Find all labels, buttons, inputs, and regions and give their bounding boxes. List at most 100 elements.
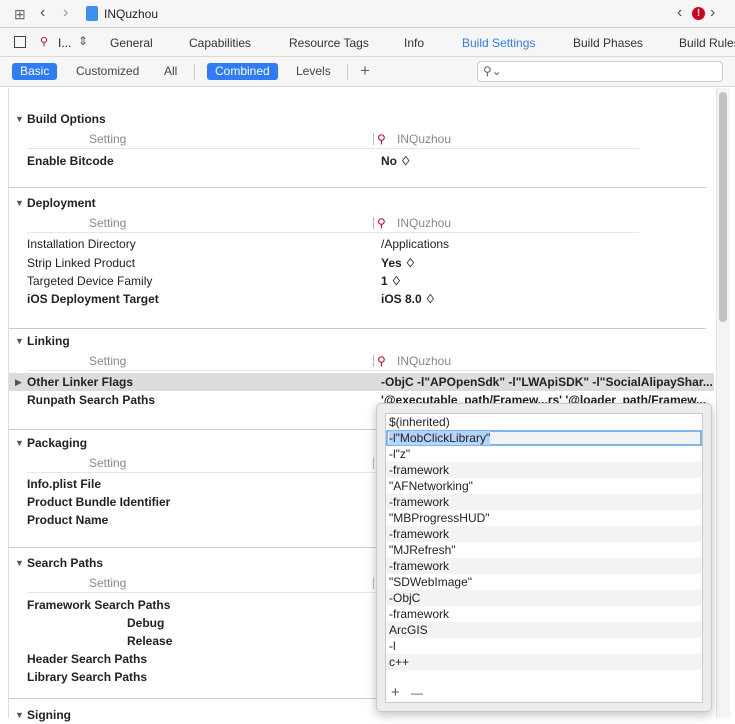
setting-row[interactable]: iOS Deployment Target iOS 8.0 ♢ [9,290,714,308]
target-pin-icon: ⚲ [40,36,49,48]
grid-icon[interactable]: ⊞ [14,6,26,23]
setting-value[interactable]: /Applications [381,235,449,253]
section-title: Deployment [27,196,96,210]
tab-build-settings[interactable]: Build Settings [462,36,535,50]
editor-tab-bar: ⚲ I... ⇕ General Capabilities Resource T… [0,28,735,57]
disclosure-open-icon[interactable]: ▼ [15,110,24,128]
back-icon[interactable]: ‹ [40,4,45,22]
scrollbar-thumb[interactable] [719,92,727,322]
flag-text: "SDWebImage" [389,575,472,589]
project-file-icon [86,6,98,21]
column-header-row: Setting ⚲ INQuzhou [9,352,714,370]
chevron-updown-icon[interactable]: ⇕ [78,34,88,48]
setting-column-label: Setting [89,576,127,590]
section-title: Signing [27,708,71,722]
flag-text: -framework [389,463,450,477]
next-issue-icon[interactable]: › [710,4,715,22]
section-divider [9,328,706,329]
flag-text: "AFNetworking" [389,479,473,493]
setting-row[interactable]: ▶ Other Linker Flags -ObjC -l"APOpenSdk" -… [9,373,714,391]
levels-button[interactable]: Levels [288,63,339,80]
forward-icon[interactable]: › [63,4,68,22]
prev-issue-icon[interactable]: ‹ [677,4,682,22]
flag-item[interactable]: -framework [386,558,702,574]
flag-text: -l [389,639,396,653]
flag-item[interactable]: -l"MobClickLibrary" [386,430,702,446]
column-divider [373,457,374,469]
target-icon: ⚲ [377,132,386,146]
row-divider [27,232,639,233]
tab-build-phases[interactable]: Build Phases [573,36,643,50]
disclosure-open-icon[interactable]: ▼ [15,434,24,452]
setting-label: Debug [127,616,165,630]
setting-column-label: Setting [89,216,127,230]
error-icon[interactable]: ! [692,7,705,20]
setting-row[interactable]: Enable Bitcode No ♢ [9,152,714,170]
column-divider [373,217,374,229]
flag-item[interactable]: -framework [386,462,702,478]
setting-row[interactable]: Strip Linked Product Yes ♢ [9,254,714,272]
flag-text: "MJRefresh" [389,543,456,557]
column-divider [373,355,374,367]
disclosure-open-icon[interactable]: ▼ [15,194,24,212]
flag-item[interactable]: $(inherited) [386,414,702,430]
combined-button[interactable]: Combined [207,63,278,80]
add-setting-button[interactable]: + [360,61,370,81]
flag-item[interactable]: "SDWebImage" [386,574,702,590]
linker-flags-popover: $(inherited) -l"MobClickLibrary" -l"z" -fra… [376,403,712,712]
setting-column-label: Setting [89,354,127,368]
flags-list[interactable]: $(inherited) -l"MobClickLibrary" -l"z" -fra… [385,413,703,703]
customized-button[interactable]: Customized [68,63,147,80]
all-button[interactable]: All [156,63,185,80]
section-header[interactable]: ▼ Deployment [9,194,714,212]
flag-text: c++ [389,655,410,669]
target-icon: ⚲ [377,216,386,230]
disclosure-open-icon[interactable]: ▼ [15,332,24,350]
tab-general[interactable]: General [110,36,153,50]
flag-item[interactable]: -ObjC [386,590,702,606]
row-divider [27,148,639,149]
section-header[interactable]: ▼ Build Options [9,110,714,128]
flag-item[interactable]: -l [386,638,702,654]
setting-value[interactable]: iOS 8.0 ♢ [381,290,436,308]
section-header[interactable]: ▼ Linking [9,332,714,350]
target-selector[interactable]: I... [58,36,71,50]
divider [194,64,195,80]
column-header-row: Setting ⚲ INQuzhou [9,130,714,148]
flag-item[interactable]: "MJRefresh" [386,542,702,558]
setting-value[interactable]: -ObjC -l"APOpenSdk" -l"LWApiSDK" -l"Soci… [381,373,713,391]
flag-item[interactable]: -l"z" [386,446,702,462]
disclosure-closed-icon[interactable]: ▶ [15,373,22,391]
project-title[interactable]: INQuzhou [104,7,158,21]
search-input[interactable]: ⚲⌄ [477,61,723,82]
flag-item[interactable]: -framework [386,494,702,510]
flag-text: -framework [389,559,450,573]
tab-info[interactable]: Info [404,36,424,50]
flag-item[interactable]: "MBProgressHUD" [386,510,702,526]
tab-capabilities[interactable]: Capabilities [189,36,251,50]
setting-label: Runpath Search Paths [27,393,156,407]
setting-value[interactable]: No ♢ [381,152,411,170]
tab-resource-tags[interactable]: Resource Tags [289,36,369,50]
flag-item[interactable]: ArcGIS [386,622,702,638]
setting-row[interactable]: Installation Directory/Applications [9,235,714,253]
sidebar-toggle-icon[interactable] [14,36,26,48]
tab-build-rules[interactable]: Build Rules [679,36,735,50]
section-title: Linking [27,334,70,348]
flag-item[interactable]: "AFNetworking" [386,478,702,494]
column-divider [373,577,374,589]
basic-button[interactable]: Basic [12,63,58,80]
add-flag-button[interactable]: + [391,684,400,701]
disclosure-open-icon[interactable]: ▼ [15,706,24,724]
setting-value[interactable]: Yes ♢ [381,254,416,272]
flag-item[interactable]: -framework [386,606,702,622]
disclosure-open-icon[interactable]: ▼ [15,554,24,572]
setting-value[interactable]: 1 ♢ [381,272,402,290]
section-title: Search Paths [27,556,104,570]
title-bar: ⊞ ‹ › INQuzhou ‹ ! › [0,0,735,28]
setting-row[interactable]: Targeted Device Family 1 ♢ [9,272,714,290]
flag-item[interactable]: -framework [386,526,702,542]
flag-text: ArcGIS [389,623,428,637]
flag-item[interactable]: c++ [386,654,702,670]
remove-flag-button[interactable]: — [411,686,423,700]
